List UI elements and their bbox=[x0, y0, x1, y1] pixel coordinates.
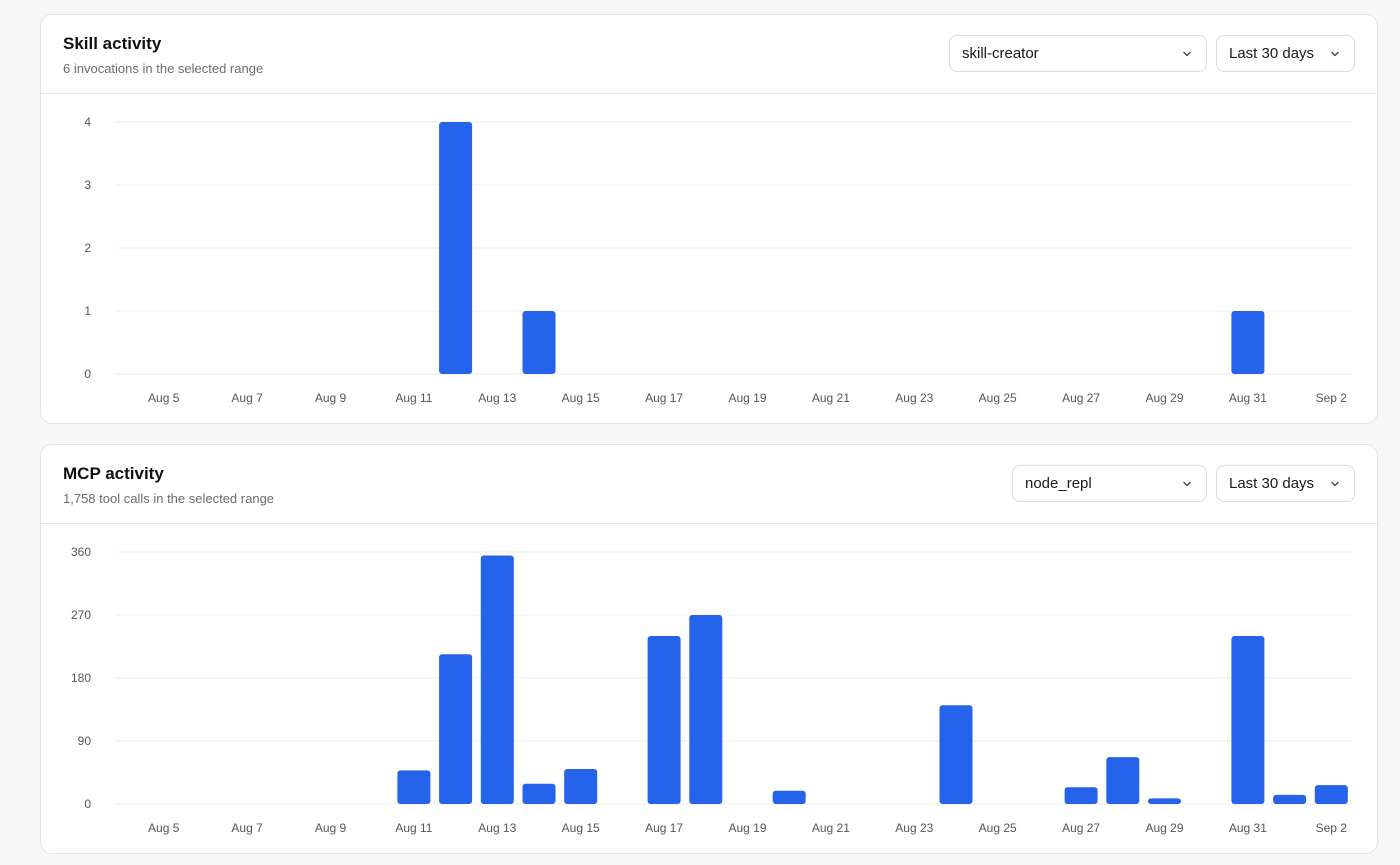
bar[interactable] bbox=[1314, 785, 1348, 804]
x-tick-label: Aug 7 bbox=[231, 821, 263, 835]
y-tick-label: 0 bbox=[84, 797, 91, 811]
x-tick-label: Aug 21 bbox=[812, 821, 850, 835]
mcp-activity-header: MCP activity 1,758 tool calls in the sel… bbox=[41, 445, 1377, 524]
chevron-down-icon bbox=[1328, 47, 1342, 61]
x-tick-label: Aug 5 bbox=[148, 391, 180, 405]
skill-activity-chart: 0 1 2 3 4 Aug 5 Aug 7 Aug 9 Aug 11 Aug 13 Aug 15 Au… bbox=[84, 115, 1353, 405]
y-tick-label: 4 bbox=[84, 115, 91, 129]
bar[interactable] bbox=[439, 122, 473, 374]
x-tick-label: Aug 25 bbox=[979, 821, 1017, 835]
bar[interactable] bbox=[522, 311, 556, 374]
bar[interactable] bbox=[1148, 798, 1181, 804]
bar[interactable] bbox=[522, 783, 556, 804]
bar[interactable] bbox=[1106, 757, 1140, 804]
x-tick-label: Aug 13 bbox=[478, 821, 516, 835]
bar[interactable] bbox=[939, 705, 973, 804]
bar[interactable] bbox=[480, 555, 514, 805]
skill-select[interactable]: skill-creator bbox=[949, 35, 1207, 72]
x-tick-label: Aug 31 bbox=[1229, 821, 1267, 835]
x-tick-label: Aug 11 bbox=[395, 821, 432, 835]
x-tick-label: Aug 27 bbox=[1062, 821, 1100, 835]
mcp-server-select[interactable]: node_repl bbox=[1012, 465, 1207, 502]
x-tick-label: Aug 15 bbox=[562, 821, 600, 835]
mcp-activity-chart-area: 0 90 180 270 360 Aug 5 Aug 7 Aug 9 Aug 11 Aug 13 A… bbox=[41, 524, 1377, 852]
x-tick-label: Aug 19 bbox=[728, 821, 766, 835]
x-tick-label: Aug 17 bbox=[645, 391, 683, 405]
x-tick-label: Aug 13 bbox=[478, 391, 516, 405]
x-tick-label: Aug 23 bbox=[895, 821, 933, 835]
mcp-range-select[interactable]: Last 30 days bbox=[1216, 465, 1355, 502]
x-tick-label: Aug 11 bbox=[395, 391, 432, 405]
x-tick-label: Aug 15 bbox=[562, 391, 600, 405]
x-tick-label: Aug 9 bbox=[315, 391, 347, 405]
skill-activity-title: Skill activity bbox=[63, 34, 162, 53]
bar[interactable] bbox=[772, 790, 806, 804]
x-tick-label: Aug 9 bbox=[315, 821, 347, 835]
x-tick-label: Aug 21 bbox=[812, 391, 850, 405]
y-tick-label: 90 bbox=[78, 734, 92, 748]
x-tick-label: Sep 2 bbox=[1316, 391, 1348, 405]
x-tick-label: Aug 29 bbox=[1145, 821, 1183, 835]
x-tick-label: Aug 31 bbox=[1229, 391, 1267, 405]
skill-range-value: Last 30 days bbox=[1229, 45, 1315, 62]
y-tick-label: 3 bbox=[84, 178, 91, 192]
bar[interactable] bbox=[397, 770, 431, 804]
mcp-activity-chart: 0 90 180 270 360 Aug 5 Aug 7 Aug 9 Aug 11 Aug 13 A… bbox=[71, 545, 1353, 835]
chevron-down-icon bbox=[1328, 477, 1342, 491]
chevron-down-icon bbox=[1180, 47, 1194, 61]
y-tick-label: 0 bbox=[84, 367, 91, 381]
y-tick-label: 180 bbox=[71, 671, 91, 685]
mcp-activity-card: MCP activity 1,758 tool calls in the sel… bbox=[40, 444, 1378, 854]
skill-activity-chart-area: 0 1 2 3 4 Aug 5 Aug 7 Aug 9 Aug 11 Aug 13 Aug 15 Au… bbox=[41, 94, 1377, 422]
bar[interactable] bbox=[1231, 311, 1265, 374]
x-tick-label: Aug 19 bbox=[728, 391, 766, 405]
mcp-server-select-value: node_repl bbox=[1025, 475, 1092, 492]
y-tick-label: 270 bbox=[71, 608, 91, 622]
skill-activity-card: Skill activity 6 invocations in the sele… bbox=[40, 14, 1378, 424]
bar[interactable] bbox=[1064, 787, 1098, 804]
x-tick-label: Aug 7 bbox=[231, 391, 263, 405]
skill-activity-header: Skill activity 6 invocations in the sele… bbox=[41, 15, 1377, 94]
skill-activity-subtitle: 6 invocations in the selected range bbox=[63, 61, 264, 76]
y-tick-label: 360 bbox=[71, 545, 91, 559]
bar[interactable] bbox=[564, 769, 598, 804]
x-tick-label: Aug 23 bbox=[895, 391, 933, 405]
bar[interactable] bbox=[647, 636, 681, 804]
bar[interactable] bbox=[1231, 636, 1265, 804]
x-tick-label: Aug 5 bbox=[148, 821, 180, 835]
x-tick-label: Aug 25 bbox=[979, 391, 1017, 405]
x-tick-label: Aug 29 bbox=[1145, 391, 1183, 405]
skill-range-select[interactable]: Last 30 days bbox=[1216, 35, 1355, 72]
bar[interactable] bbox=[1273, 794, 1307, 804]
skill-select-value: skill-creator bbox=[962, 45, 1039, 62]
bar[interactable] bbox=[689, 615, 723, 804]
x-tick-label: Aug 17 bbox=[645, 821, 683, 835]
y-tick-label: 2 bbox=[84, 241, 91, 255]
bar[interactable] bbox=[439, 654, 473, 804]
x-tick-label: Sep 2 bbox=[1316, 821, 1348, 835]
mcp-activity-subtitle: 1,758 tool calls in the selected range bbox=[63, 491, 275, 506]
chevron-down-icon bbox=[1180, 477, 1194, 491]
x-tick-label: Aug 27 bbox=[1062, 391, 1100, 405]
y-tick-label: 1 bbox=[84, 304, 91, 318]
mcp-range-value: Last 30 days bbox=[1229, 475, 1315, 492]
mcp-activity-title: MCP activity bbox=[63, 464, 164, 483]
